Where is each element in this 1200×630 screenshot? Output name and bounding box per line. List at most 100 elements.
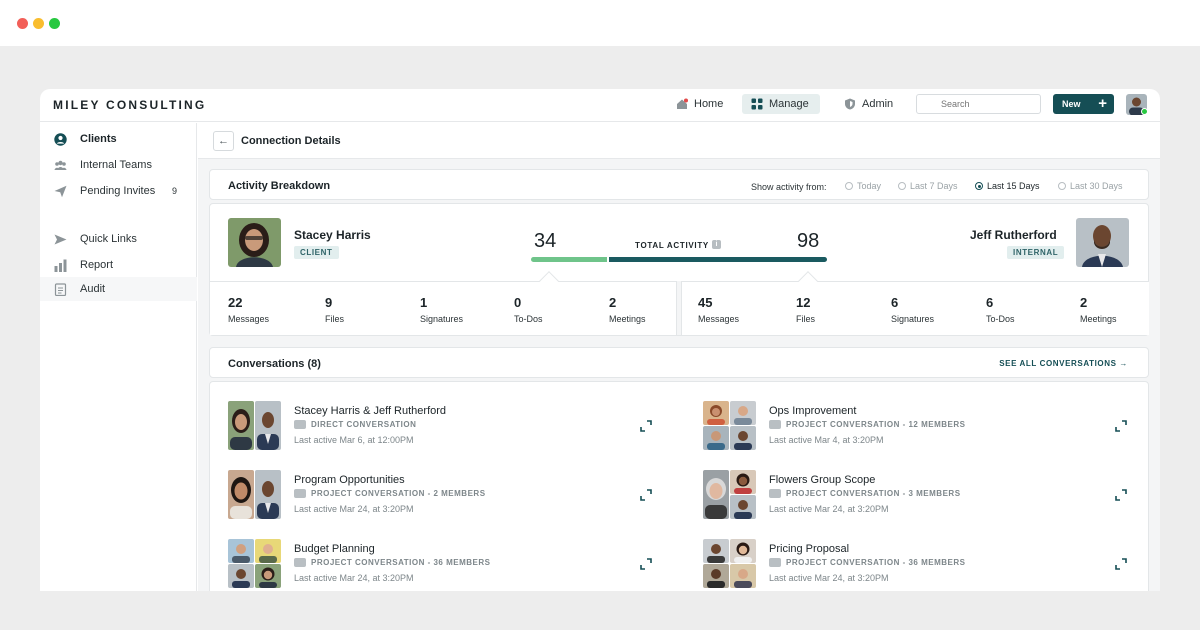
nav-manage[interactable]: Manage	[742, 94, 820, 114]
radio-label: Last 30 Days	[1070, 181, 1123, 191]
conversation-type: PROJECT CONVERSATION - 2 MEMBERS	[294, 489, 486, 498]
expand-icon[interactable]	[1115, 420, 1127, 432]
conversation-last-active: Last active Mar 24, at 3:20PM	[294, 573, 414, 583]
avatar	[730, 539, 756, 563]
conversations-list: Stacey Harris & Jeff Rutherford DIRECT C…	[209, 381, 1149, 591]
client-stat-files: 9 Files	[325, 295, 344, 324]
sidebar-item-label: Report	[80, 259, 114, 271]
internal-stat-signatures: 6 Signatures	[891, 295, 934, 324]
conversation-title: Flowers Group Scope	[769, 474, 876, 486]
sidebar-item-internal-teams[interactable]: Internal Teams	[40, 153, 197, 177]
activity-title: Activity Breakdown	[228, 180, 331, 192]
internal-stat-meetings: 2 Meetings	[1080, 295, 1117, 324]
back-arrow-icon: ←	[218, 135, 229, 147]
range-last-7-radio[interactable]: Last 7 Days	[898, 181, 958, 191]
client-stat-todos: 0 To-Dos	[514, 295, 543, 324]
activity-header: Activity Breakdown Show activity from: T…	[209, 169, 1149, 200]
group-chat-icon	[294, 489, 306, 498]
group-chat-icon	[769, 558, 781, 567]
conversation-avatars	[703, 539, 756, 588]
clipboard-icon	[54, 283, 67, 296]
conversation-item[interactable]: Ops Improvement PROJECT CONVERSATION - 1…	[703, 401, 1133, 451]
sidebar-item-clients[interactable]: Clients	[40, 127, 197, 151]
window-chrome	[0, 0, 1200, 46]
back-button[interactable]: ←	[213, 131, 234, 151]
stat-label: Files	[325, 314, 345, 324]
conversation-last-active: Last active Mar 24, at 3:20PM	[769, 573, 889, 583]
app-window: MILEY CONSULTING Home Manage Admin Searc…	[40, 89, 1160, 591]
range-last-15-radio[interactable]: Last 15 Days	[975, 181, 1040, 191]
expand-icon[interactable]	[1115, 489, 1127, 501]
internal-stat-files: 12 Files	[796, 295, 815, 324]
conversation-avatars	[703, 470, 756, 519]
teams-icon	[54, 160, 67, 170]
sidebar-item-label: Clients	[80, 133, 117, 145]
avatar	[730, 426, 756, 450]
bar-chart-icon	[54, 259, 67, 272]
range-today-radio[interactable]: Today	[845, 181, 881, 191]
internal-photo	[1076, 218, 1129, 267]
chat-icon	[294, 420, 306, 429]
new-button[interactable]: New +	[1053, 94, 1114, 114]
conversation-last-active: Last active Mar 24, at 3:20PM	[294, 504, 414, 514]
conversation-item[interactable]: Flowers Group Scope PROJECT CONVERSATION…	[703, 470, 1133, 520]
conversation-item[interactable]: Pricing Proposal PROJECT CONVERSATION - …	[703, 539, 1133, 589]
stat-label: Meetings	[1080, 314, 1117, 324]
top-bar: MILEY CONSULTING Home Manage Admin Searc…	[40, 89, 1160, 122]
conversation-item[interactable]: Stacey Harris & Jeff Rutherford DIRECT C…	[228, 401, 658, 451]
conversation-type-label: PROJECT CONVERSATION - 3 MEMBERS	[786, 489, 961, 498]
see-all-conversations-link[interactable]: SEE ALL CONVERSATIONS →	[999, 359, 1128, 368]
stat-label: Signatures	[891, 314, 935, 324]
sidebar-item-label: Audit	[80, 283, 106, 295]
shield-icon	[845, 98, 855, 110]
online-status-dot	[1141, 108, 1148, 115]
stat-label: Messages	[228, 314, 270, 324]
group-chat-icon	[769, 489, 781, 498]
conversation-type-label: PROJECT CONVERSATION - 36 MEMBERS	[786, 558, 966, 567]
stat-value: 45	[698, 295, 713, 310]
range-last-30-radio[interactable]: Last 30 Days	[1058, 181, 1123, 191]
stat-value: 12	[796, 295, 811, 310]
stat-value: 2	[1080, 295, 1088, 310]
sidebar-item-audit[interactable]: Audit	[40, 277, 197, 301]
nav-admin[interactable]: Admin	[836, 94, 901, 114]
avatar	[703, 426, 729, 450]
sidebar-item-report[interactable]: Report	[40, 253, 197, 277]
expand-icon[interactable]	[1115, 558, 1127, 570]
internal-tag: INTERNAL	[1007, 246, 1065, 259]
radio-label: Last 7 Days	[910, 181, 958, 191]
close-window-button[interactable]	[17, 18, 28, 29]
internal-activity-bar	[609, 257, 827, 262]
stat-value: 9	[325, 295, 333, 310]
conversation-type: DIRECT CONVERSATION	[294, 420, 416, 429]
avatar	[730, 495, 756, 519]
conversation-item[interactable]: Budget Planning PROJECT CONVERSATION - 3…	[228, 539, 658, 589]
expand-icon[interactable]	[640, 420, 652, 432]
avatar	[255, 539, 281, 563]
group-chat-icon	[769, 420, 781, 429]
conversation-type-label: PROJECT CONVERSATION - 2 MEMBERS	[311, 489, 486, 498]
nav-home[interactable]: Home	[668, 94, 731, 114]
page-title: Connection Details	[241, 135, 341, 147]
client-name[interactable]: Stacey Harris	[294, 228, 371, 242]
conversation-item[interactable]: Program Opportunities PROJECT CONVERSATI…	[228, 470, 658, 520]
sidebar-item-pending-invites[interactable]: Pending Invites 9	[40, 179, 197, 203]
stat-value: 1	[420, 295, 428, 310]
pending-invites-count: 9	[172, 186, 178, 196]
maximize-window-button[interactable]	[49, 18, 60, 29]
stat-label: Messages	[698, 314, 740, 324]
minimize-window-button[interactable]	[33, 18, 44, 29]
brand-logo[interactable]: MILEY CONSULTING	[53, 98, 206, 112]
sidebar-item-quick-links[interactable]: Quick Links	[40, 227, 197, 251]
conversation-title: Program Opportunities	[294, 474, 405, 486]
info-icon[interactable]: i	[712, 240, 721, 249]
radio-circle	[845, 182, 853, 190]
internal-name[interactable]: Jeff Rutherford	[970, 228, 1057, 242]
avatar	[255, 470, 281, 519]
expand-icon[interactable]	[640, 489, 652, 501]
search-input[interactable]	[916, 94, 1041, 114]
avatar	[703, 470, 729, 519]
expand-icon[interactable]	[640, 558, 652, 570]
stat-value: 2	[609, 295, 617, 310]
conversation-title: Pricing Proposal	[769, 543, 850, 555]
